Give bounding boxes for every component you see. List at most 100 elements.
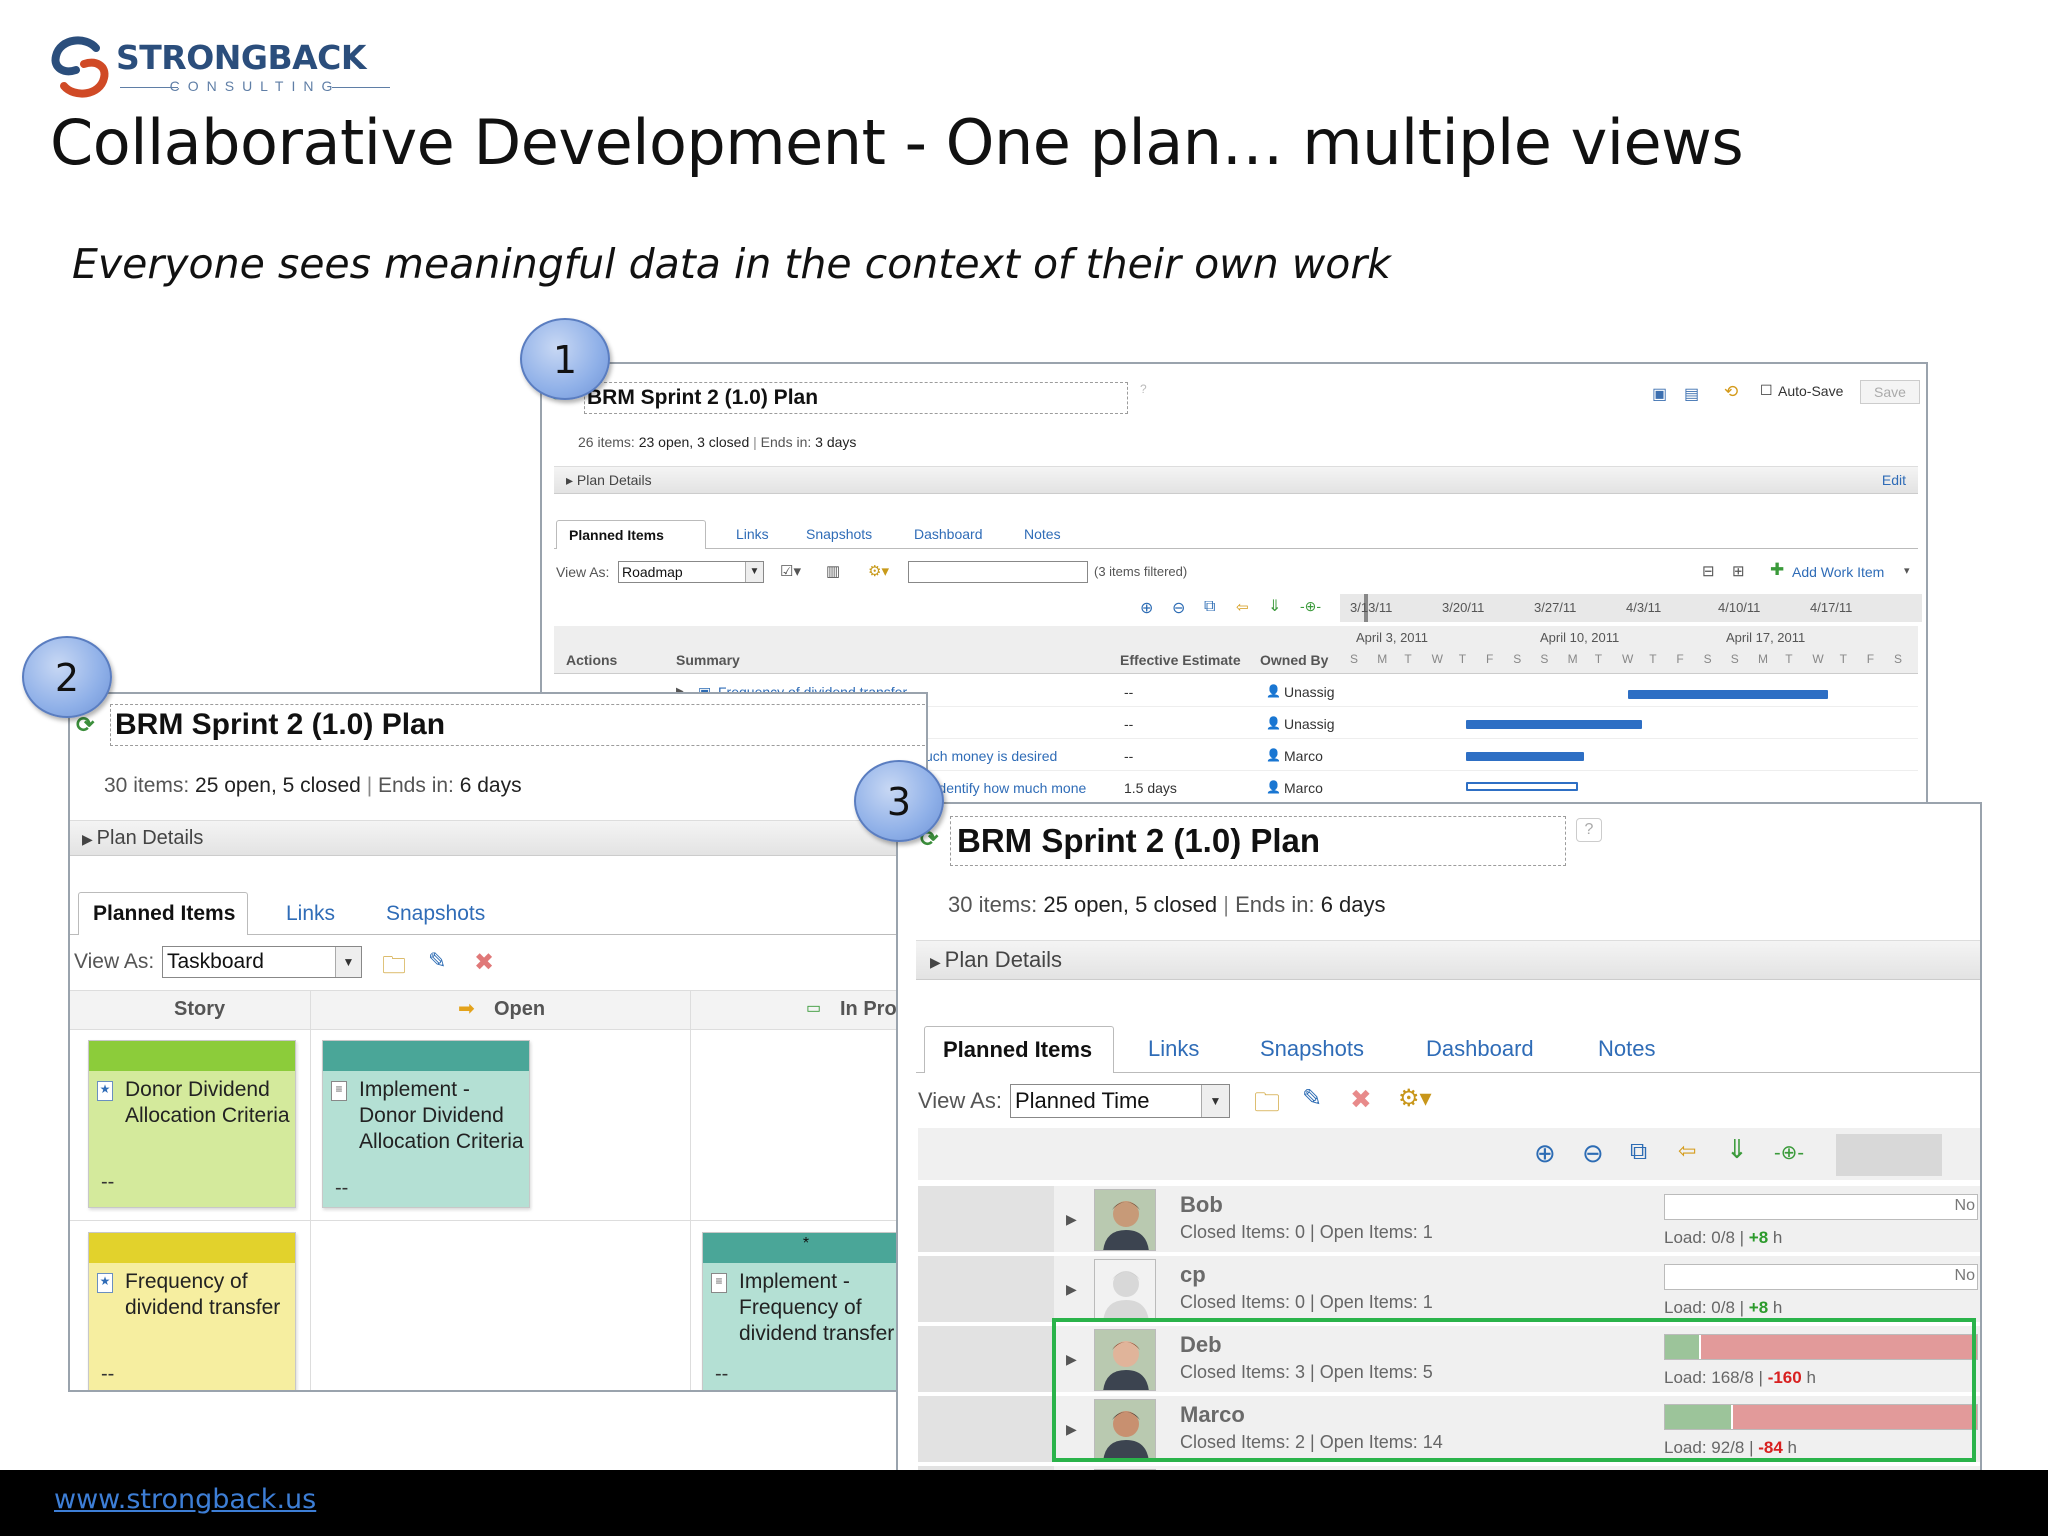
strongback-logo: STRONGBACK CONSULTING [50,34,400,104]
help-icon[interactable]: ? [1140,382,1147,396]
tab-links[interactable]: Links [286,902,335,926]
view-as-label: View As: [556,564,610,580]
plan-details-label: Plan Details [576,472,652,488]
delete-icon[interactable]: ✖ [474,948,494,977]
user-icon: 👤 [1266,748,1281,762]
download-icon[interactable]: ⇓ [1726,1134,1748,1165]
week-date: 3/27/11 [1534,600,1577,615]
print-icon[interactable]: ▣ [1652,384,1667,404]
edit-icon[interactable]: ✎ [1302,1084,1322,1113]
work-item-owner[interactable]: Marco [1284,780,1323,796]
tab-snapshots[interactable]: Snapshots [806,526,872,542]
go-today-icon[interactable]: ⇦ [1678,1138,1696,1164]
tab-links[interactable]: Links [1148,1036,1199,1062]
zoom-in-icon[interactable]: ⊕ [1140,598,1153,618]
new-item-icon[interactable]: 🗀 [382,948,406,989]
plan-title[interactable]: BRM Sprint 2 (1.0) Plan [584,382,1128,414]
add-work-item-link[interactable]: Add Work Item [1792,564,1884,580]
delete-icon[interactable]: ✖ [1350,1084,1372,1115]
zoom-in-icon[interactable]: ⊕ [1534,1138,1556,1169]
scroll-end-icon[interactable]: -⊕- [1774,1140,1804,1165]
edit-icon[interactable]: ✎ [428,948,446,974]
tab-planned-items[interactable]: Planned Items [924,1026,1114,1073]
load-value: Load: 0/8 | [1664,1228,1745,1247]
plan-details-bar[interactable]: ▸ Plan Details Edit [554,466,1918,494]
week-date: 3/13/11 [1350,600,1393,615]
column-divider [690,990,691,1390]
month-label: April 10, 2011 [1540,630,1620,645]
tab-notes[interactable]: Notes [1598,1036,1655,1062]
logo-subtitle: CONSULTING [169,78,341,94]
team-member-row[interactable]: ▶ Bob Closed Items: 0 | Open Items: 1 No Loa… [918,1186,1980,1254]
plan-details-bar[interactable]: ▶ Plan Details [70,820,926,856]
new-item-icon[interactable]: 🗀 [1254,1084,1280,1128]
card-estimate: -- [335,1177,349,1199]
zoom-fit-icon[interactable]: ⧉ [1204,598,1215,616]
tab-planned-items[interactable]: Planned Items [78,892,248,935]
stats-separator: | [1223,892,1229,917]
callout-bubble-2: 2 [22,636,112,718]
website-link[interactable]: www.strongback.us [54,1484,316,1515]
filter-icon[interactable]: ⚙▾ [868,562,889,580]
row-lead [918,1326,1054,1392]
task-card[interactable]: * ≡ Implement - Frequency of dividend tr… [702,1232,910,1390]
plan-details-label: Plan Details [944,947,1063,972]
week-date: 4/10/11 [1718,600,1761,615]
story-card[interactable]: ★ Donor Dividend Allocation Criteria -- [88,1040,296,1208]
gantt-bar[interactable] [1466,752,1584,761]
expand-triangle-icon[interactable]: ▶ [1066,1211,1077,1228]
zoom-fit-icon[interactable]: ⧉ [1630,1138,1647,1166]
collapse-all-icon[interactable]: ⊟ [1702,562,1715,580]
expand-all-icon[interactable]: ⊞ [1732,562,1745,580]
view-as-label: View As: [918,1088,1002,1113]
day-letter: S [1540,652,1549,666]
expand-triangle-icon[interactable]: ▶ [1066,1281,1077,1298]
card-header: * [703,1233,909,1263]
work-item-estimate: -- [1124,716,1134,732]
scroll-end-icon[interactable]: -⊕- [1300,598,1321,615]
gantt-bar[interactable] [1628,690,1828,699]
filter-input[interactable] [908,561,1088,583]
view-as-value: Taskboard [167,950,264,973]
columns-icon[interactable]: ▥ [826,562,840,580]
tab-links[interactable]: Links [736,526,769,542]
tab-snapshots[interactable]: Snapshots [386,902,485,926]
view-as-select[interactable]: Planned Time ▼ [1010,1084,1230,1118]
callout-bubble-3: 3 [854,760,944,842]
download-icon[interactable]: ⇓ [1268,596,1281,616]
zoom-out-icon[interactable]: ⊖ [1582,1138,1604,1169]
work-item-owner[interactable]: Unassig [1284,716,1335,732]
add-work-item-chevron-icon[interactable]: ▾ [1904,564,1910,577]
auto-save-checkbox[interactable]: ☐ [1760,382,1773,399]
tab-dashboard[interactable]: Dashboard [1426,1036,1534,1062]
work-item-owner[interactable]: Marco [1284,748,1323,764]
tab-notes[interactable]: Notes [1024,526,1061,542]
refresh-icon[interactable]: ⟲ [1724,382,1738,402]
plan-details-bar[interactable]: ▶ Plan Details [916,940,1980,980]
filter-icon[interactable]: ⚙▾ [1398,1084,1432,1113]
plan-title[interactable]: BRM Sprint 2 (1.0) Plan [950,816,1566,866]
add-icon[interactable]: ✚ [1770,560,1784,580]
save-button[interactable]: Save [1860,380,1920,404]
tab-dashboard[interactable]: Dashboard [914,526,983,542]
gantt-bar[interactable] [1466,782,1578,791]
work-item-owner[interactable]: Unassig [1284,684,1335,700]
edit-link[interactable]: Edit [1882,467,1906,493]
tab-snapshots[interactable]: Snapshots [1260,1036,1364,1062]
tab-planned-items[interactable]: Planned Items [556,520,706,549]
view-as-select[interactable]: Roadmap ▼ [618,561,764,583]
go-today-icon[interactable]: ⇦ [1236,598,1249,616]
task-card[interactable]: ≡ Implement - Donor Dividend Allocation … [322,1040,530,1208]
story-card[interactable]: ★ Frequency of dividend transfer -- [88,1232,296,1390]
export-icon[interactable]: ▤ [1684,384,1699,404]
zoom-out-icon[interactable]: ⊖ [1172,598,1185,618]
view-as-select[interactable]: Taskboard ▼ [162,946,362,978]
help-icon[interactable]: ? [1576,818,1602,842]
card-header [323,1041,529,1071]
new-item-icon[interactable]: ☑▾ [780,562,801,580]
team-member-row[interactable]: ▶ cp Closed Items: 0 | Open Items: 1 No Load… [918,1256,1980,1324]
filter-note: (3 items filtered) [1094,564,1188,579]
row-lead [918,1256,1054,1322]
gantt-bar[interactable] [1466,720,1642,729]
plan-title[interactable]: BRM Sprint 2 (1.0) Plan [110,704,926,746]
